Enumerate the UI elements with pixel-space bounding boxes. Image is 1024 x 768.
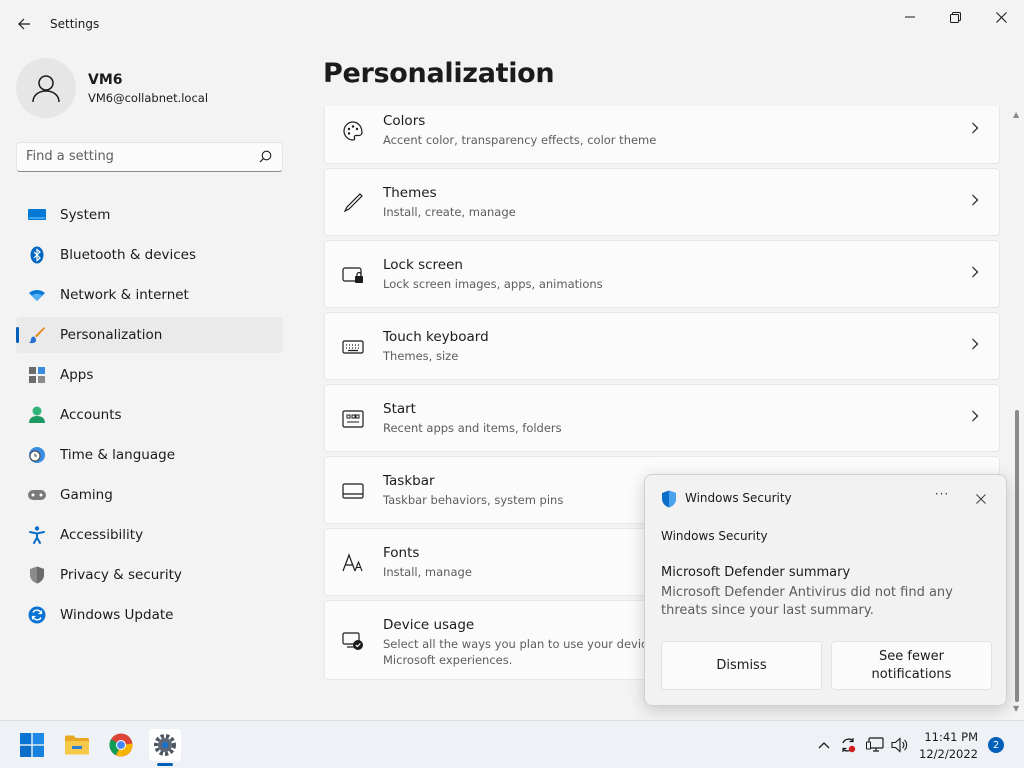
app-title: Settings (50, 17, 100, 31)
device-usage-icon (342, 630, 364, 652)
sidebar-item-system[interactable]: System (16, 197, 283, 233)
scroll-up-arrow-icon[interactable]: ▲ (1013, 110, 1019, 119)
see-fewer-notifications-button[interactable]: See fewer notifications (831, 641, 992, 690)
toast-source: Windows Security (661, 529, 768, 543)
palette-icon (342, 120, 364, 142)
chrome-icon (109, 733, 133, 757)
page-title: Personalization (323, 58, 555, 89)
sidebar-item-personalization[interactable]: Personalization (16, 317, 283, 353)
sidebar-item-apps[interactable]: Apps (16, 357, 283, 393)
minimize-button[interactable] (887, 4, 933, 30)
scroll-down-arrow-icon[interactable]: ▼ (1013, 704, 1019, 713)
start-icon (342, 408, 364, 430)
taskbar-icon (342, 480, 364, 502)
close-icon (976, 494, 986, 504)
accounts-icon (28, 406, 46, 424)
user-profile[interactable]: VM6 VM6@collabnet.local (16, 58, 208, 118)
profile-name: VM6 (88, 71, 123, 88)
show-hidden-icons-button[interactable] (814, 735, 834, 755)
taskbar-date[interactable]: 12/2/2022 (906, 747, 978, 761)
close-button[interactable] (978, 4, 1024, 30)
search-box[interactable] (16, 142, 283, 172)
file-explorer-button[interactable] (61, 729, 93, 761)
sidebar-nav: System Bluetooth & devices Network & int… (16, 197, 283, 637)
toast-body: Microsoft Defender Antivirus did not fin… (661, 585, 953, 618)
search-icon (259, 150, 272, 163)
back-arrow-icon (18, 18, 30, 30)
shield-icon (28, 566, 46, 584)
minimize-icon (905, 16, 915, 18)
notification-count-badge[interactable]: 2 (988, 737, 1004, 753)
profile-email: VM6@collabnet.local (88, 90, 209, 105)
chrome-button[interactable] (105, 729, 137, 761)
close-icon (995, 11, 1007, 23)
sidebar-item-gaming[interactable]: Gaming (16, 477, 283, 513)
restore-icon (949, 11, 961, 23)
chevron-right-icon (972, 410, 979, 422)
chevron-up-icon (818, 742, 830, 749)
chevron-right-icon (972, 122, 979, 134)
sync-icon (842, 738, 856, 753)
network-status-button[interactable] (865, 735, 885, 755)
start-button[interactable] (16, 729, 48, 761)
chevron-right-icon (972, 338, 979, 350)
pen-icon (342, 192, 364, 214)
toast-close-button[interactable] (971, 489, 991, 509)
toast-heading: Microsoft Defender summary (661, 565, 851, 580)
taskbar-time[interactable]: 11:41 PM (906, 730, 978, 744)
settings-card-colors[interactable]: Colors Accent color, transparency effect… (324, 106, 1000, 164)
wifi-icon (28, 286, 46, 304)
taskbar: 11:41 PM 12/2/2022 2 (0, 720, 1024, 768)
update-icon (28, 606, 46, 624)
fonts-icon (342, 552, 364, 574)
toast-more-button[interactable]: ··· (930, 487, 954, 507)
avatar (16, 58, 76, 118)
search-input[interactable] (26, 149, 246, 164)
sidebar-item-privacy[interactable]: Privacy & security (16, 557, 283, 593)
title-bar: Settings (0, 0, 1024, 48)
sidebar-item-windows-update[interactable]: Windows Update (16, 597, 283, 633)
back-button[interactable] (12, 12, 36, 36)
settings-card-start[interactable]: Start Recent apps and items, folders (324, 384, 1000, 452)
apps-icon (28, 366, 46, 384)
user-icon (32, 75, 60, 103)
keyboard-icon (342, 336, 364, 358)
folder-icon (65, 735, 89, 755)
gear-icon (154, 734, 176, 756)
sidebar-item-network[interactable]: Network & internet (16, 277, 283, 313)
settings-app-button[interactable] (149, 729, 181, 761)
system-icon (28, 206, 46, 224)
windows-logo-icon (20, 733, 44, 757)
sidebar-item-accessibility[interactable]: Accessibility (16, 517, 283, 553)
lock-screen-icon (342, 264, 364, 286)
sidebar-item-accounts[interactable]: Accounts (16, 397, 283, 433)
bluetooth-icon (28, 246, 46, 264)
clock-globe-icon (28, 446, 46, 464)
toast-app-name: Windows Security (685, 491, 792, 505)
maximize-button[interactable] (932, 4, 978, 30)
settings-card-themes[interactable]: Themes Install, create, manage (324, 168, 1000, 236)
sidebar-item-bluetooth[interactable]: Bluetooth & devices (16, 237, 283, 273)
brush-icon (28, 326, 46, 344)
dismiss-button[interactable]: Dismiss (661, 641, 822, 690)
settings-card-touch-keyboard[interactable]: Touch keyboard Themes, size (324, 312, 1000, 380)
active-app-indicator (157, 763, 173, 766)
security-notification-toast[interactable]: Windows Security ··· Windows Security Mi… (644, 474, 1007, 706)
settings-card-lock-screen[interactable]: Lock screen Lock screen images, apps, an… (324, 240, 1000, 308)
accessibility-icon (28, 526, 46, 544)
chevron-right-icon (972, 194, 979, 206)
network-monitor-icon (866, 737, 884, 752)
sync-status-button[interactable] (838, 735, 858, 755)
gamepad-icon (28, 486, 46, 504)
scrollbar-thumb[interactable] (1015, 410, 1019, 702)
windows-security-shield-icon (662, 490, 676, 508)
chevron-right-icon (972, 266, 979, 278)
sidebar-item-time-language[interactable]: Time & language (16, 437, 283, 473)
